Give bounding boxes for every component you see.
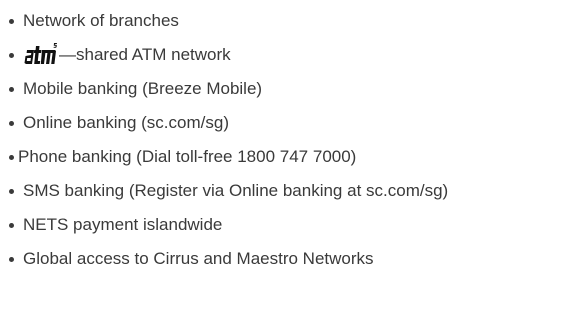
bullet-icon [9,189,14,194]
list-item: Phone banking (Dial toll-free 1800 747 7… [9,140,569,174]
list-item-text: Global access to Cirrus and Maestro Netw… [23,249,374,268]
bullet-icon [9,87,14,92]
services-list: Network of branches —shared ATM network [9,4,569,276]
bullet-icon [9,19,14,24]
bullet-icon [9,257,14,262]
list-item: SMS banking (Register via Online banking… [9,174,569,208]
list-item-text: SMS banking (Register via Online banking… [23,181,449,200]
atm5-logo [24,42,57,64]
list-item-text: NETS payment islandwide [23,215,223,234]
list-item-text: Network of branches [23,11,179,30]
list-item-text: —shared ATM network [59,45,231,64]
list-item-text: Mobile banking (Breeze Mobile) [23,79,263,98]
list-item: Mobile banking (Breeze Mobile) [9,72,569,106]
bullet-icon [9,121,14,126]
bullet-icon [9,53,14,58]
list-item: Network of branches [9,4,569,38]
list-item-atm: —shared ATM network [9,38,569,72]
list-item: Global access to Cirrus and Maestro Netw… [9,242,569,276]
list-item-text: Phone banking (Dial toll-free 1800 747 7… [18,147,357,166]
list-item: Online banking (sc.com/sg) [9,106,569,140]
list-item-content: —shared ATM network [23,38,231,72]
list-item: NETS payment islandwide [9,208,569,242]
bullet-icon [9,223,14,228]
list-item-text: Online banking (sc.com/sg) [23,113,229,132]
bullet-icon [9,155,14,160]
